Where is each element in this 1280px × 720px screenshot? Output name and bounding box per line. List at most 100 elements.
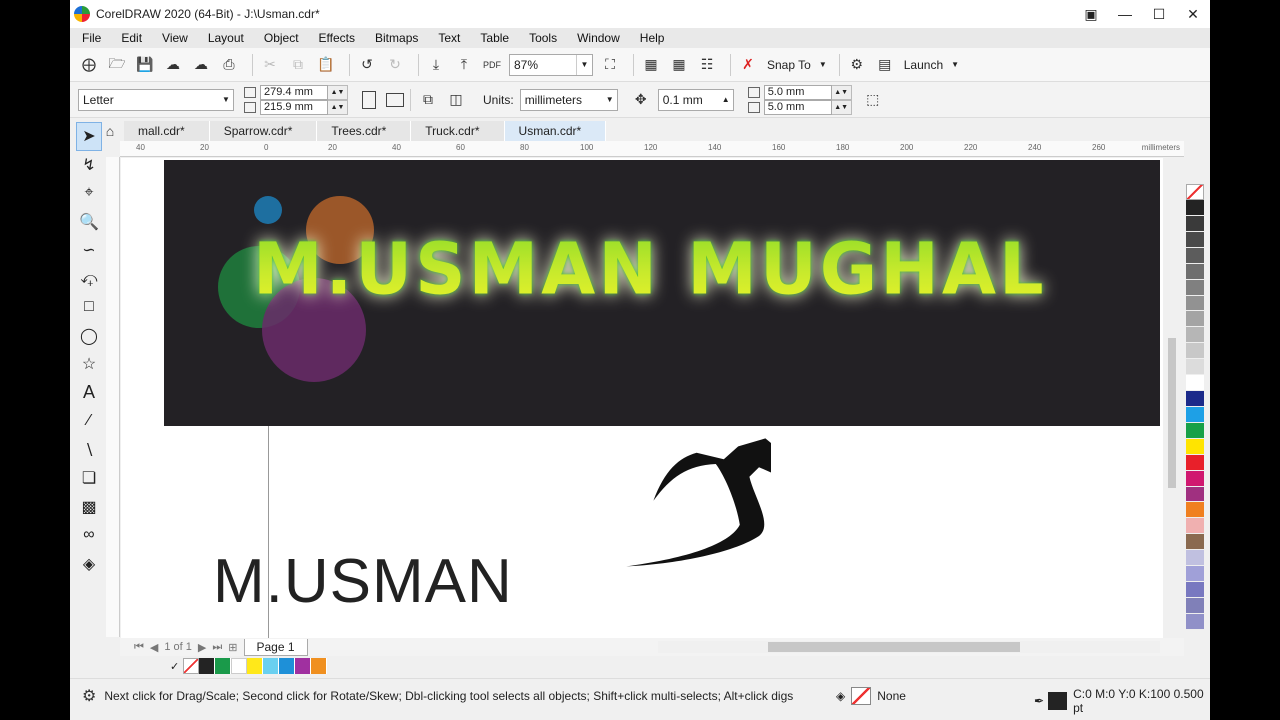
new-document-icon[interactable]: ⨁	[78, 54, 100, 76]
blue-circle[interactable]	[254, 196, 282, 224]
portrait-icon[interactable]	[362, 90, 376, 109]
color-swatch[interactable]	[1186, 311, 1204, 328]
cut-icon[interactable]: ✂	[259, 54, 281, 76]
color-swatch[interactable]	[1186, 391, 1204, 407]
menu-tools[interactable]: Tools	[529, 31, 557, 45]
document-color-swatch[interactable]	[215, 658, 232, 674]
color-swatch[interactable]	[1186, 470, 1204, 487]
minimize-button[interactable]: —	[1108, 0, 1142, 28]
color-swatch[interactable]	[1186, 566, 1204, 583]
no-color-swatch[interactable]	[1186, 184, 1204, 200]
tab-sparrow[interactable]: Sparrow.cdr*	[209, 121, 318, 141]
tab-mall[interactable]: mall.cdr*	[124, 121, 210, 141]
snap-to-menu[interactable]: Snap To	[767, 58, 811, 72]
last-page-icon[interactable]: ⏭	[212, 641, 222, 654]
save-icon[interactable]: 💾	[134, 54, 156, 76]
document-color-swatch[interactable]	[279, 658, 296, 674]
text-icon[interactable]: A	[76, 379, 102, 408]
menu-file[interactable]: File	[82, 31, 101, 45]
vertical-scroll-thumb[interactable]	[1168, 338, 1176, 488]
calligraphic-arrow-stroke[interactable]	[511, 424, 771, 594]
no-color-swatch[interactable]	[183, 658, 200, 674]
show-guidelines-icon[interactable]: ☷	[696, 54, 718, 76]
open-icon[interactable]: 🗁	[106, 54, 128, 76]
rectangle-icon[interactable]: □	[76, 293, 102, 322]
paste-icon[interactable]: 📋	[315, 54, 337, 76]
vertical-scrollbar[interactable]	[1164, 158, 1180, 638]
options-gear-icon[interactable]: ⚙	[846, 54, 868, 76]
document-color-swatch[interactable]	[295, 658, 312, 674]
menu-help[interactable]: Help	[640, 31, 665, 45]
document-color-swatch[interactable]	[263, 658, 280, 674]
full-screen-preview-icon[interactable]: ⛶	[599, 54, 621, 76]
menu-window[interactable]: Window	[577, 31, 620, 45]
color-swatch[interactable]	[1186, 598, 1204, 614]
connector-icon[interactable]: ∖	[76, 436, 102, 465]
export-icon[interactable]: ⤒	[453, 54, 475, 76]
zoom-icon[interactable]: 🔍	[76, 208, 102, 237]
freehand-icon[interactable]: ∽	[76, 236, 102, 265]
landscape-icon[interactable]	[386, 92, 404, 107]
launch-menu[interactable]: Launch	[904, 58, 943, 72]
menu-object[interactable]: Object	[264, 31, 299, 45]
horizontal-scroll-thumb[interactable]	[768, 642, 1020, 652]
color-swatch[interactable]	[1186, 263, 1204, 280]
units-select[interactable]: millimeters ▼	[519, 88, 618, 111]
account-icon[interactable]: ▣	[1074, 0, 1108, 28]
tab-usman[interactable]: Usman.cdr*	[504, 121, 607, 141]
color-swatch[interactable]	[1186, 502, 1204, 519]
outline-indicator[interactable]: ✒ C:0 M:0 Y:0 K:100 0.500 pt	[1034, 687, 1210, 715]
drawing-canvas[interactable]: M.USMAN MUGHAL M.USMAN	[121, 158, 1163, 638]
treat-as-filled-icon[interactable]: ⬚	[862, 89, 884, 111]
undo-icon[interactable]: ↺	[356, 54, 378, 76]
crop-icon[interactable]: ⌖	[76, 179, 102, 208]
chevron-down-icon[interactable]: ▼	[819, 60, 827, 69]
menu-table[interactable]: Table	[480, 31, 509, 45]
ellipse-icon[interactable]: ◯	[76, 322, 102, 351]
horizontal-scrollbar[interactable]	[658, 641, 1160, 653]
interactive-fill-icon[interactable]: ◈	[76, 550, 102, 579]
color-swatch[interactable]	[1186, 422, 1204, 439]
dup-y-spinner[interactable]: ▲▼	[831, 99, 852, 115]
color-swatch[interactable]	[1186, 279, 1204, 296]
menu-bitmaps[interactable]: Bitmaps	[375, 31, 418, 45]
document-color-swatch[interactable]	[199, 658, 216, 674]
snap-off-icon[interactable]: ✗	[737, 54, 759, 76]
color-swatch[interactable]	[1186, 295, 1204, 312]
color-swatch[interactable]	[1186, 534, 1204, 551]
artistic-media-icon[interactable]: ⤽	[76, 265, 102, 294]
copy-icon[interactable]: ⧉	[287, 54, 309, 76]
nudge-distance-input[interactable]: 0.1 mm ▲	[657, 88, 734, 111]
color-swatch[interactable]	[1186, 454, 1204, 471]
menu-layout[interactable]: Layout	[208, 31, 244, 45]
all-pages-icon[interactable]: ⧉	[417, 89, 439, 111]
cloud-upload-icon[interactable]: ☁	[190, 54, 212, 76]
color-swatch[interactable]	[1186, 438, 1204, 455]
close-button[interactable]: ✕	[1176, 0, 1210, 28]
parallel-dimension-icon[interactable]: ∕	[76, 407, 102, 436]
show-grid-icon[interactable]: ▦	[668, 54, 690, 76]
select-icon[interactable]: ➤	[76, 122, 102, 151]
page-size-select[interactable]: Letter ▼	[78, 88, 234, 111]
zoom-level-select[interactable]: 87% ▼	[509, 53, 593, 76]
drop-shadow-icon[interactable]: ❏	[76, 464, 102, 493]
document-color-swatch[interactable]	[247, 658, 264, 674]
tab-trees[interactable]: Trees.cdr*	[317, 121, 412, 141]
color-swatch[interactable]	[1186, 486, 1204, 503]
color-swatch[interactable]	[1186, 231, 1204, 248]
neon-title-text[interactable]: M.USMAN MUGHAL	[253, 227, 1047, 311]
menu-view[interactable]: View	[162, 31, 188, 45]
eyedropper-icon[interactable]: ✓	[170, 660, 179, 673]
publish-pdf-icon[interactable]: PDF	[481, 54, 503, 76]
menu-text[interactable]: Text	[438, 31, 460, 45]
launch-icon[interactable]: ▤	[874, 54, 896, 76]
cloud-download-icon[interactable]: ☁	[162, 54, 184, 76]
prev-page-icon[interactable]: ◀	[150, 641, 158, 654]
eyedropper-icon[interactable]: ∞	[76, 521, 102, 550]
chevron-down-icon[interactable]: ▼	[951, 60, 959, 69]
tab-truck[interactable]: Truck.cdr*	[411, 121, 505, 141]
next-page-icon[interactable]: ▶	[198, 641, 206, 654]
color-swatch[interactable]	[1186, 582, 1204, 599]
color-swatch[interactable]	[1186, 613, 1204, 630]
maximize-button[interactable]: ☐	[1142, 0, 1176, 28]
